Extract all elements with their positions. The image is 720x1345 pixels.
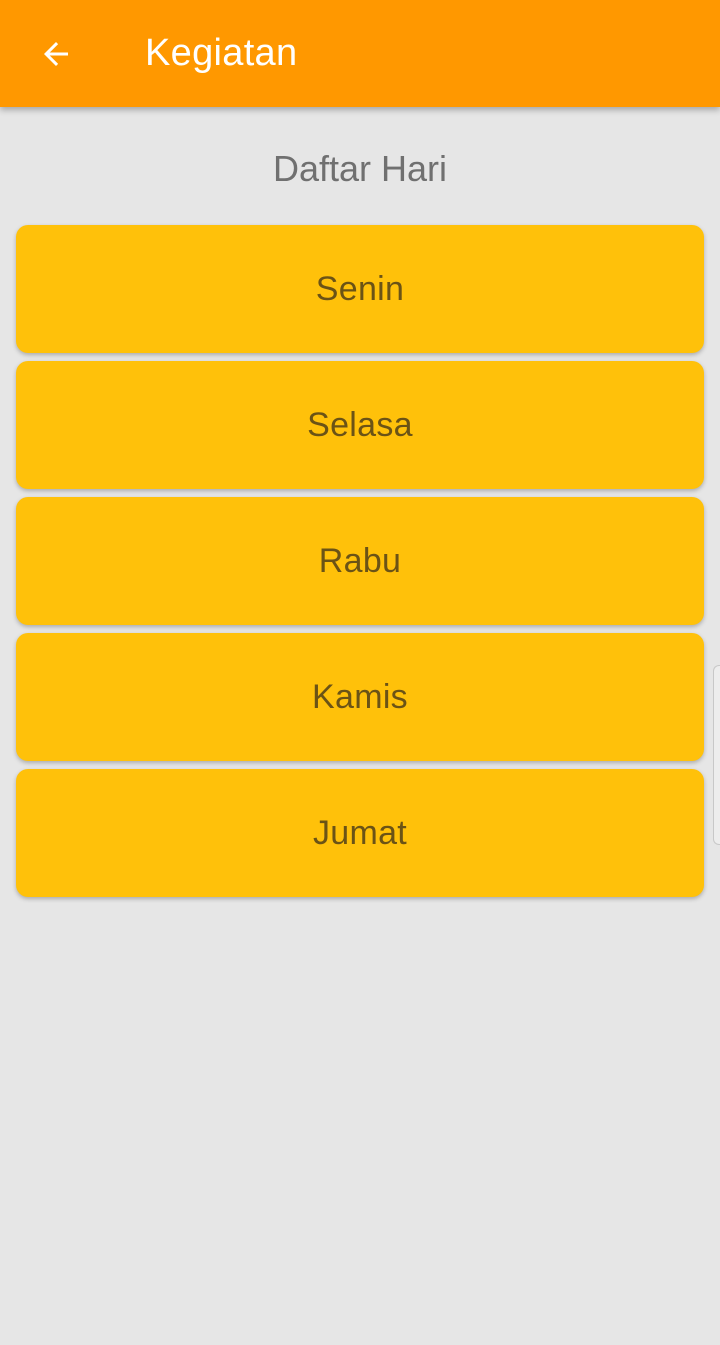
day-label: Kamis	[312, 677, 408, 716]
day-button-senin[interactable]: Senin	[16, 225, 704, 353]
section-heading: Daftar Hari	[272, 148, 448, 189]
day-button-rabu[interactable]: Rabu	[16, 497, 704, 625]
edge-scroll-indicator[interactable]	[713, 665, 720, 845]
app-bar: Kegiatan	[0, 0, 720, 107]
day-label: Selasa	[307, 405, 413, 444]
day-label: Senin	[315, 269, 405, 308]
day-button-jumat[interactable]: Jumat	[16, 769, 704, 897]
day-button-selasa[interactable]: Selasa	[16, 361, 704, 489]
main-content: Daftar Hari Senin Selasa Rabu Kamis Juma…	[0, 107, 720, 1345]
back-button[interactable]	[28, 26, 84, 82]
day-label: Rabu	[318, 541, 402, 580]
day-list: Senin Selasa Rabu Kamis Jumat	[16, 225, 704, 905]
day-label: Jumat	[312, 813, 408, 852]
app-title: Kegiatan	[145, 32, 298, 74]
arrow-left-icon	[38, 36, 74, 72]
day-button-kamis[interactable]: Kamis	[16, 633, 704, 761]
